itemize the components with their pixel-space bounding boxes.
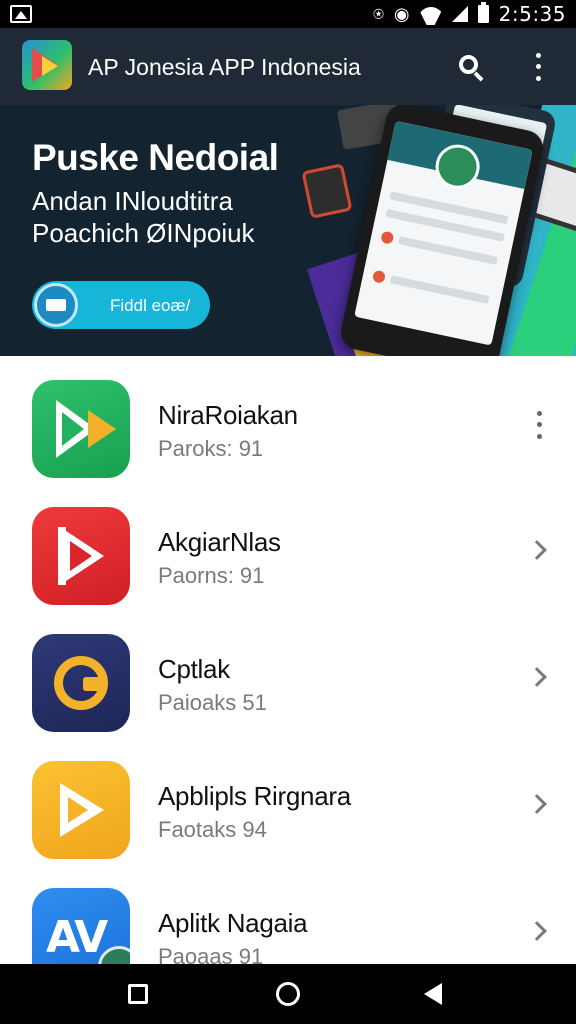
more-options-icon[interactable] — [530, 408, 548, 442]
battery-icon — [477, 2, 489, 23]
banner-subtitle-line: Andan INloudtitra — [32, 186, 233, 216]
banner-device-illustration — [301, 163, 353, 219]
icon-shape — [68, 797, 88, 823]
phone-screen — [354, 120, 533, 346]
home-icon[interactable] — [276, 982, 300, 1006]
more-dot — [536, 411, 542, 417]
overflow-dot — [535, 53, 541, 59]
banner-heading: Puske Nedoial — [32, 137, 279, 178]
recents-icon[interactable] — [128, 984, 148, 1004]
app-name: Apblipls Rirgnara — [158, 781, 351, 811]
app-meta: Faotaks 94 — [158, 817, 267, 842]
app-name: NiraRoiakan — [158, 400, 298, 430]
icon-text: AV — [46, 912, 108, 963]
overflow-dot — [535, 75, 541, 81]
ring-navy-icon — [32, 634, 130, 732]
app-list: NiraRoiakan Paroks: 91 AkgiarNlas Paorns… — [0, 356, 576, 964]
status-bar: ⍟ ◉ 2:5:35 — [0, 0, 576, 28]
phone-screen-dot — [371, 269, 387, 284]
chevron-right-icon[interactable] — [527, 667, 547, 687]
banner-subtitle-line: Poachich ØINpoiuk — [32, 218, 255, 248]
status-time: 2:5:35 — [498, 2, 566, 26]
chevron-right-icon[interactable] — [527, 540, 547, 560]
banner-cta-label: Fiddl eoæ/ — [110, 296, 191, 315]
phone-screen-line — [389, 275, 490, 304]
overflow-menu-icon[interactable] — [528, 50, 548, 84]
badge-icon — [34, 283, 78, 327]
list-item[interactable]: AV Aplitk Nagaia Paoaas 91 — [0, 864, 576, 964]
app-meta: Paorns: 91 — [158, 563, 265, 588]
app-meta: Paioaks 51 — [158, 690, 267, 715]
back-icon[interactable] — [424, 983, 442, 1005]
play-arrow-red-icon — [32, 507, 130, 605]
more-dot — [536, 433, 542, 439]
app-name: Aplitk Nagaia — [158, 908, 308, 938]
promo-banner[interactable]: Puske Nedoial Andan INloudtitra Poachich… — [0, 105, 576, 356]
icon-shape — [70, 541, 92, 571]
location-icon: ◉ — [393, 4, 410, 24]
search-icon[interactable] — [456, 52, 486, 82]
icon-shape — [88, 410, 116, 448]
play-arrow-green-icon — [32, 380, 130, 478]
wifi-icon — [420, 3, 442, 25]
gallery-icon — [10, 5, 32, 23]
banner-cta-button[interactable]: Fiddl eoæ/ — [32, 281, 210, 329]
banner-subtitle: Andan INloudtitra Poachich ØINpoiuk — [32, 185, 255, 249]
system-nav-bar — [0, 964, 576, 1024]
signal-icon — [451, 6, 468, 22]
list-item[interactable]: AkgiarNlas Paorns: 91 — [0, 483, 576, 611]
overflow-dot — [535, 64, 541, 70]
app-name: Cptlak — [158, 654, 230, 684]
play-arrow-yellow-icon — [32, 761, 130, 859]
status-icons: ⍟ ◉ 2:5:35 — [373, 0, 566, 28]
app-logo-icon[interactable] — [22, 40, 72, 90]
phone-screen-dot — [380, 230, 395, 245]
chevron-right-icon[interactable] — [527, 794, 547, 814]
app-meta: Paroks: 91 — [158, 436, 264, 461]
list-item[interactable]: Cptlak Paioaks 51 — [0, 610, 576, 738]
list-item[interactable]: NiraRoiakan Paroks: 91 — [0, 356, 576, 484]
search-icon-handle — [473, 71, 484, 82]
more-dot — [536, 422, 542, 428]
logo-shape-inner — [42, 56, 58, 76]
chevron-right-icon[interactable] — [527, 921, 547, 941]
icon-shape — [62, 412, 84, 446]
icon-shape — [54, 656, 108, 710]
app-title: AP Jonesia APP Indonesia — [88, 54, 361, 80]
phone-screen-line — [398, 236, 498, 265]
vibrate-icon: ⍟ — [373, 4, 384, 24]
app-bar: AP Jonesia APP Indonesia — [0, 28, 576, 105]
list-item[interactable]: Apblipls Rirgnara Faotaks 94 — [0, 737, 576, 865]
av-blue-icon: AV — [32, 888, 130, 964]
app-screen: ⍟ ◉ 2:5:35 AP Jonesia APP Indonesia Pusk… — [0, 0, 576, 1024]
app-meta: Paoaas 91 — [158, 944, 264, 964]
app-name: AkgiarNlas — [158, 527, 281, 557]
